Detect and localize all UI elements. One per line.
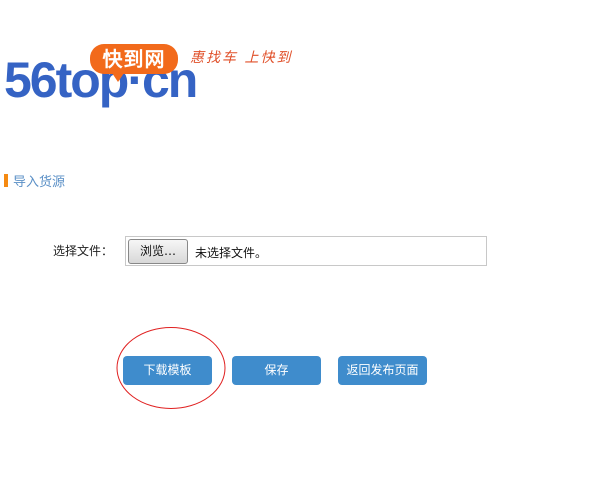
annotation-circle: [116, 327, 226, 409]
back-to-publish-button[interactable]: 返回发布页面: [338, 356, 427, 385]
heading-marker: [4, 174, 8, 187]
file-status: 未选择文件。: [195, 246, 268, 260]
file-input[interactable]: 浏览… 未选择文件。: [125, 236, 487, 266]
section-title: 导入货源: [13, 175, 66, 190]
logo-slogan: 惠找车 上快到: [190, 50, 293, 66]
file-label: 选择文件：: [53, 244, 114, 258]
logo-bubble: 快到网: [90, 44, 178, 82]
save-button[interactable]: 保存: [232, 356, 321, 385]
browse-button[interactable]: 浏览…: [128, 239, 188, 264]
